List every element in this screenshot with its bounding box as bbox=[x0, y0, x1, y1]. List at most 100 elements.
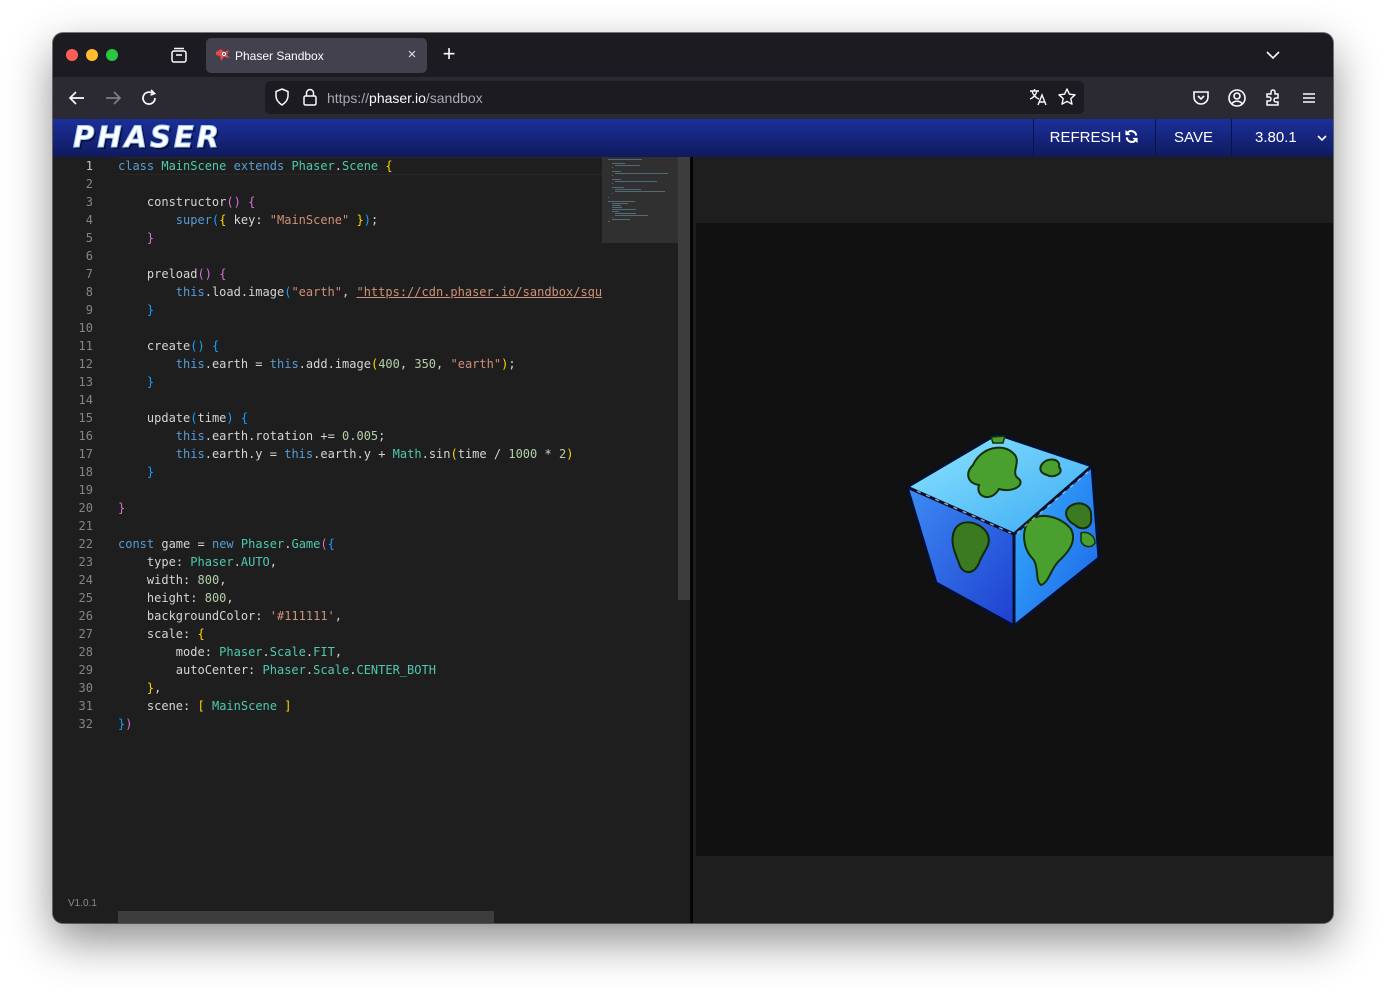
phaser-logo[interactable]: PHASER PHASER bbox=[73, 122, 223, 154]
code-line[interactable] bbox=[118, 175, 602, 193]
browser-window: Phaser Sandbox × + https://phaser.io/san… bbox=[53, 33, 1333, 923]
extensions-icon[interactable] bbox=[1261, 86, 1285, 110]
code-line[interactable]: }) bbox=[118, 715, 602, 733]
code-line[interactable]: preload() { bbox=[118, 265, 602, 283]
code-line[interactable]: } bbox=[118, 373, 602, 391]
lock-icon[interactable] bbox=[301, 87, 319, 107]
minimap-line bbox=[611, 179, 621, 180]
close-window-button[interactable] bbox=[66, 49, 78, 61]
vertical-scrollbar[interactable] bbox=[678, 157, 690, 923]
chevron-down-icon[interactable] bbox=[1263, 45, 1283, 65]
line-number: 19 bbox=[78, 483, 93, 497]
minimap-line bbox=[608, 201, 635, 202]
code-line[interactable]: height: 800, bbox=[118, 589, 602, 607]
code-line[interactable]: scale: { bbox=[118, 625, 602, 643]
code-line[interactable]: this.earth.rotation += 0.005; bbox=[118, 427, 602, 445]
translate-icon[interactable] bbox=[1028, 87, 1048, 107]
minimap-line bbox=[608, 159, 643, 160]
minimap-line bbox=[611, 171, 622, 172]
url-text[interactable]: https://phaser.io/sandbox bbox=[327, 90, 483, 106]
close-icon[interactable]: × bbox=[404, 46, 420, 64]
code-line[interactable]: type: Phaser.AUTO, bbox=[118, 553, 602, 571]
navigation-toolbar: https://phaser.io/sandbox bbox=[53, 77, 1333, 119]
minimap-line bbox=[611, 203, 628, 204]
code-line[interactable]: mode: Phaser.Scale.FIT, bbox=[118, 643, 602, 661]
minimap-line bbox=[611, 219, 630, 220]
back-arrow-icon[interactable] bbox=[65, 86, 89, 110]
code-line[interactable] bbox=[118, 319, 602, 337]
minimap-line bbox=[611, 183, 613, 184]
line-number: 23 bbox=[78, 555, 93, 569]
minimap-line bbox=[608, 197, 609, 198]
version-select[interactable]: 3.80.1 bbox=[1231, 119, 1333, 157]
line-number: 11 bbox=[78, 339, 93, 353]
pocket-icon[interactable] bbox=[1189, 86, 1213, 110]
minimap-slider[interactable] bbox=[602, 157, 678, 243]
code-line[interactable]: } bbox=[118, 229, 602, 247]
line-number: 30 bbox=[78, 681, 93, 695]
url-host: phaser.io bbox=[369, 90, 426, 106]
code-area[interactable]: class MainScene extends Phaser.Scene { c… bbox=[118, 157, 602, 733]
line-number: 6 bbox=[85, 249, 93, 263]
plus-icon[interactable]: + bbox=[438, 43, 460, 66]
minimap-line bbox=[611, 211, 619, 212]
code-line[interactable]: scene: [ MainScene ] bbox=[118, 697, 602, 715]
code-line[interactable]: } bbox=[118, 301, 602, 319]
save-button[interactable]: SAVE bbox=[1155, 119, 1231, 157]
code-line[interactable]: const game = new Phaser.Game({ bbox=[118, 535, 602, 553]
code-line[interactable] bbox=[118, 247, 602, 265]
tab-overview-icon[interactable] bbox=[169, 45, 189, 65]
code-line[interactable]: this.load.image("earth", "https://cdn.ph… bbox=[118, 283, 602, 301]
line-number: 16 bbox=[78, 429, 93, 443]
code-line[interactable]: this.earth.y = this.earth.y + Math.sin(t… bbox=[118, 445, 602, 463]
code-line[interactable]: class MainScene extends Phaser.Scene { bbox=[118, 157, 602, 175]
code-line[interactable] bbox=[118, 391, 602, 409]
code-line[interactable]: autoCenter: Phaser.Scale.CENTER_BOTH bbox=[118, 661, 602, 679]
code-line[interactable]: constructor() { bbox=[118, 193, 602, 211]
code-line[interactable] bbox=[118, 481, 602, 499]
forward-arrow-icon[interactable] bbox=[101, 86, 125, 110]
tab-phaser-sandbox[interactable]: Phaser Sandbox × bbox=[206, 38, 427, 73]
shield-icon[interactable] bbox=[272, 87, 292, 107]
game-canvas[interactable] bbox=[696, 223, 1333, 856]
earth-cube-sprite bbox=[905, 433, 1101, 628]
vertical-scrollbar-thumb[interactable] bbox=[678, 157, 690, 600]
code-line[interactable]: } bbox=[118, 463, 602, 481]
menu-icon[interactable] bbox=[1297, 86, 1321, 110]
star-icon[interactable] bbox=[1057, 87, 1077, 107]
minimap[interactable] bbox=[602, 157, 678, 923]
horizontal-scrollbar-thumb[interactable] bbox=[118, 911, 494, 923]
code-line[interactable]: create() { bbox=[118, 337, 602, 355]
code-editor[interactable]: 1 2 3 4 5 6 7 8 9 10 11 12 13 14 15 16 17 18 19 20 21 22 23 24 2… bbox=[53, 157, 690, 923]
minimap-line bbox=[611, 205, 622, 206]
line-number: 18 bbox=[78, 465, 93, 479]
phaser-favicon-icon bbox=[215, 48, 231, 62]
code-line[interactable]: } bbox=[118, 499, 602, 517]
code-line[interactable] bbox=[118, 517, 602, 535]
code-line[interactable]: width: 800, bbox=[118, 571, 602, 589]
code-line[interactable]: }, bbox=[118, 679, 602, 697]
line-number-gutter: 1 2 3 4 5 6 7 8 9 10 11 12 13 14 15 16 17 18 19 20 21 22 23 24 2… bbox=[53, 157, 113, 733]
code-line[interactable]: this.earth = this.add.image(400, 350, "e… bbox=[118, 355, 602, 373]
line-number: 15 bbox=[78, 411, 93, 425]
sandbox-header: PHASER PHASER REFRESH SAVE 3.80.1 bbox=[53, 119, 1333, 157]
account-icon[interactable] bbox=[1225, 86, 1249, 110]
line-number: 31 bbox=[78, 699, 93, 713]
refresh-button[interactable]: REFRESH bbox=[1033, 119, 1155, 157]
maximize-window-button[interactable] bbox=[106, 49, 118, 61]
address-bar[interactable]: https://phaser.io/sandbox bbox=[265, 81, 1084, 114]
sandbox-version-label: V1.0.1 bbox=[68, 898, 97, 909]
code-line[interactable]: super({ key: "MainScene" }); bbox=[118, 211, 602, 229]
minimize-window-button[interactable] bbox=[86, 49, 98, 61]
code-line[interactable]: backgroundColor: '#111111', bbox=[118, 607, 602, 625]
line-number: 24 bbox=[78, 573, 93, 587]
tab-title: Phaser Sandbox bbox=[235, 49, 324, 63]
line-number: 17 bbox=[78, 447, 93, 461]
code-line[interactable]: update(time) { bbox=[118, 409, 602, 427]
line-number: 7 bbox=[85, 267, 93, 281]
minimap-line bbox=[608, 221, 610, 222]
refresh-label: REFRESH bbox=[1049, 129, 1122, 146]
reload-icon[interactable] bbox=[137, 86, 161, 110]
line-number: 26 bbox=[78, 609, 93, 623]
minimap-line bbox=[611, 207, 623, 208]
